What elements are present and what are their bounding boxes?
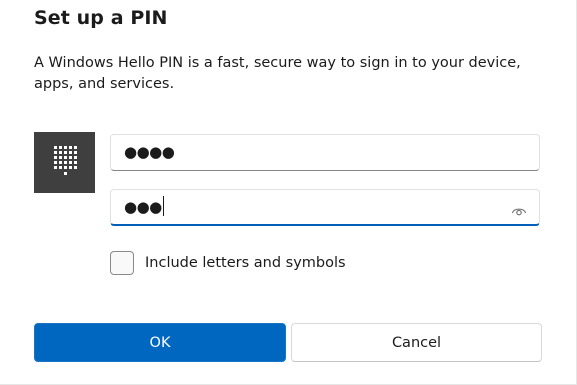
pin-masked-value: ●●●● <box>124 143 175 161</box>
dialog-title: Set up a PIN <box>34 7 168 29</box>
confirm-pin-masked-value: ●●● <box>124 198 162 216</box>
cancel-button[interactable]: Cancel <box>291 323 542 362</box>
eye-icon[interactable] <box>511 202 527 216</box>
pin-setup-dialog: Set up a PIN A Windows Hello PIN is a fa… <box>0 0 577 385</box>
dialog-description: A Windows Hello PIN is a fast, secure wa… <box>34 55 521 92</box>
text-caret <box>162 196 164 216</box>
include-letters-checkbox[interactable] <box>110 251 134 275</box>
keypad-icon <box>34 132 95 193</box>
ok-button[interactable]: OK <box>34 323 286 362</box>
confirm-pin-value-wrap: ●●● <box>124 190 164 225</box>
confirm-pin-input[interactable]: ●●● <box>110 189 540 226</box>
pin-input[interactable]: ●●●● <box>110 134 540 171</box>
include-letters-label[interactable]: Include letters and symbols <box>145 252 346 274</box>
